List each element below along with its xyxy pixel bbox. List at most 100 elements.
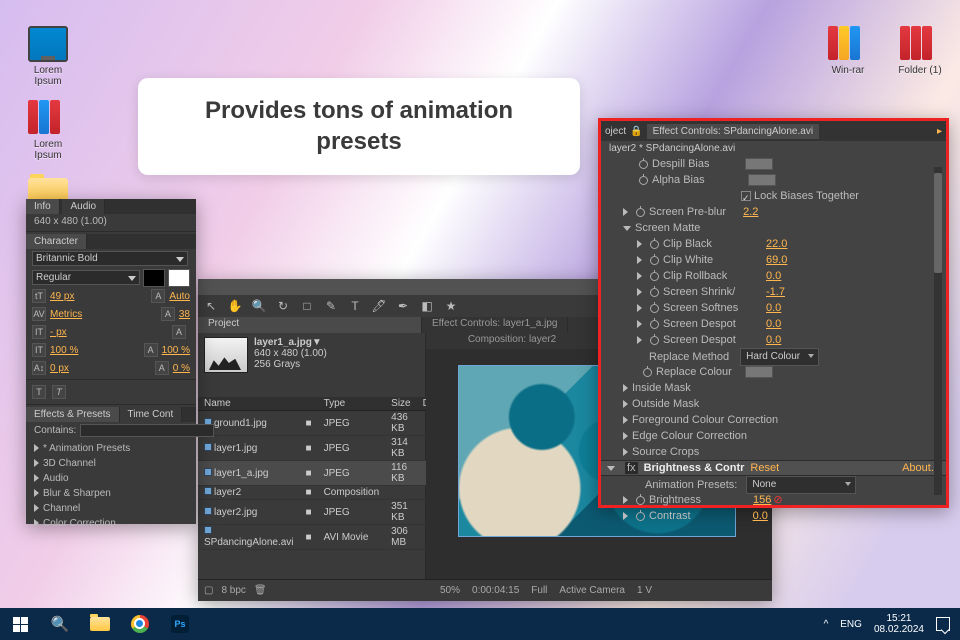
expand-icon[interactable] xyxy=(637,320,642,328)
effect-group[interactable]: Blur & Sharpen xyxy=(34,486,188,501)
metric-value[interactable]: 100 % xyxy=(162,345,190,356)
tool-shape[interactable]: ◧ xyxy=(420,299,434,313)
tool-star[interactable]: ★ xyxy=(444,299,458,313)
expand-icon[interactable] xyxy=(623,384,628,392)
effect-group[interactable]: 3D Channel xyxy=(34,456,188,471)
expand-icon[interactable] xyxy=(623,416,628,424)
tool-rect[interactable]: □ xyxy=(300,299,314,313)
effect-group[interactable]: Audio xyxy=(34,471,188,486)
metric-value[interactable]: 100 % xyxy=(50,345,78,356)
font-select[interactable]: Britannic Bold xyxy=(32,251,188,266)
tab-effects[interactable]: Effects & Presets xyxy=(26,407,120,422)
tab-effect-controls[interactable]: Effect Controls: SPdancingAlone.avi xyxy=(647,124,819,139)
expand-icon[interactable] xyxy=(623,432,628,440)
notifications-icon[interactable] xyxy=(936,617,950,631)
metric-value[interactable]: 38 xyxy=(179,309,190,320)
effect-group[interactable]: Channel xyxy=(34,501,188,516)
fx-badge-icon[interactable]: fx xyxy=(625,462,638,474)
metric-value[interactable]: 49 px xyxy=(50,291,74,302)
reset-link[interactable]: Reset xyxy=(750,462,779,474)
stopwatch-icon[interactable] xyxy=(636,496,645,505)
col-size[interactable]: Size xyxy=(385,397,416,411)
metric-value[interactable]: 0 px xyxy=(50,363,69,374)
thumbnail[interactable] xyxy=(204,337,248,373)
alpha-swatch[interactable] xyxy=(748,174,776,186)
desktop-icon-computer[interactable]: Lorem Ipsum xyxy=(20,26,76,87)
val-contrast[interactable]: 0.0 xyxy=(753,510,768,522)
prop-value[interactable]: 22.0 xyxy=(766,236,787,252)
stopwatch-icon[interactable] xyxy=(650,272,659,281)
tab-effect-controls[interactable]: Effect Controls: layer1_a.jpg xyxy=(422,317,568,333)
expand-icon[interactable] xyxy=(623,512,628,520)
lock-biases-checkbox[interactable] xyxy=(741,191,751,201)
tool-pen[interactable]: ✎ xyxy=(324,299,338,313)
tool-zoom[interactable]: 🔍 xyxy=(252,299,266,313)
stopwatch-icon[interactable] xyxy=(650,320,659,329)
panel-menu-icon[interactable]: ▸ xyxy=(937,126,942,137)
table-row[interactable]: layer1_a.jpg■JPEG116 KB xyxy=(198,461,445,486)
metric-value[interactable]: Metrics xyxy=(50,309,82,320)
tool-stamp[interactable]: ✒ xyxy=(396,299,410,313)
expand-icon[interactable] xyxy=(637,288,642,296)
stopwatch-icon[interactable] xyxy=(650,240,659,249)
stopwatch-icon[interactable] xyxy=(636,208,645,217)
tool-hand[interactable]: ✋ xyxy=(228,299,242,313)
expand-icon[interactable] xyxy=(637,336,642,344)
val-preblur[interactable]: 2.2 xyxy=(743,206,758,218)
status-fps[interactable]: Full xyxy=(531,585,547,596)
scrollbar[interactable] xyxy=(934,167,942,495)
table-row[interactable]: ground1.jpg■JPEG436 KB xyxy=(198,411,445,436)
stopwatch-icon[interactable] xyxy=(650,304,659,313)
tray-expand[interactable]: ^ xyxy=(824,619,829,630)
expand-icon[interactable] xyxy=(623,208,628,216)
expand-icon[interactable] xyxy=(623,448,628,456)
swatch-bg[interactable] xyxy=(168,269,190,287)
swatch-fg[interactable] xyxy=(143,269,165,287)
tray-lang[interactable]: ENG xyxy=(840,619,862,630)
stopwatch-icon[interactable] xyxy=(650,256,659,265)
tray-clock[interactable]: 15:21 08.02.2024 xyxy=(874,613,924,635)
expand-icon[interactable] xyxy=(637,272,642,280)
desktop-icon-folder1[interactable]: Folder (1) xyxy=(892,26,948,76)
expand-icon[interactable] xyxy=(623,400,628,408)
tab-project[interactable]: Project xyxy=(198,317,422,333)
tab-character[interactable]: Character xyxy=(26,234,87,249)
tab-timecont[interactable]: Time Cont xyxy=(120,407,183,422)
status-trash-icon[interactable]: 🗑 xyxy=(254,585,267,596)
search-button[interactable]: 🔍 xyxy=(40,608,80,640)
expand-icon[interactable] xyxy=(637,256,642,264)
metric-value[interactable]: - px xyxy=(50,327,67,338)
status-folder-icon[interactable]: ▢ xyxy=(204,585,213,596)
tool-brush[interactable]: 🖊 xyxy=(372,299,386,313)
stopwatch-icon[interactable] xyxy=(639,176,648,185)
contains-input[interactable] xyxy=(80,424,214,437)
replace-method-dropdown[interactable]: Hard Colour xyxy=(740,348,819,366)
style-italic[interactable]: T xyxy=(52,385,66,399)
stopwatch-icon[interactable] xyxy=(643,368,652,377)
prop-value[interactable]: 69.0 xyxy=(766,252,787,268)
expand-icon[interactable] xyxy=(637,304,642,312)
stopwatch-icon[interactable] xyxy=(636,512,645,521)
lock-icon[interactable]: 🔒 xyxy=(630,126,642,137)
taskbar-explorer[interactable] xyxy=(80,608,120,640)
expand-icon[interactable] xyxy=(637,240,642,248)
taskbar-chrome[interactable] xyxy=(120,608,160,640)
tool-text[interactable]: T xyxy=(348,299,362,313)
col-name[interactable]: Name xyxy=(198,397,300,411)
stopwatch-icon[interactable] xyxy=(650,288,659,297)
table-row[interactable]: layer2.jpg■JPEG351 KB xyxy=(198,500,445,525)
val-brightness[interactable]: 156 xyxy=(753,494,771,506)
stopwatch-icon[interactable] xyxy=(650,336,659,345)
table-row[interactable]: layer2■Composition xyxy=(198,486,445,500)
col-type[interactable]: Type xyxy=(318,397,386,411)
metric-value[interactable]: Auto xyxy=(169,291,190,302)
expand-icon[interactable] xyxy=(623,496,628,504)
table-row[interactable]: layer1.jpg■JPEG314 KB xyxy=(198,436,445,461)
taskbar-photoshop[interactable]: Ps xyxy=(160,608,200,640)
desktop-icon-winrar[interactable]: Win-rar xyxy=(820,26,876,76)
tab-info[interactable]: Info xyxy=(26,199,60,214)
replace-colour-swatch[interactable] xyxy=(745,366,773,378)
status-view[interactable]: 1 V xyxy=(637,585,652,596)
table-row[interactable]: SPdancingAlone.avi■AVI Movie306 MB xyxy=(198,525,445,550)
status-bpc[interactable]: 8 bpc xyxy=(221,585,245,596)
